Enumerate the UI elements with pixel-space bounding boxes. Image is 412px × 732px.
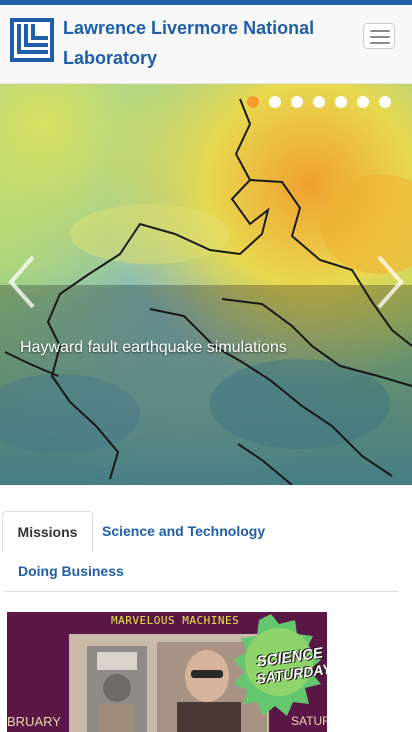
- carousel-dot[interactable]: [247, 96, 259, 108]
- promo-date-right: SATURD: [291, 714, 327, 728]
- chevron-right-icon: [377, 255, 404, 309]
- carousel-dot[interactable]: [313, 96, 325, 108]
- site-header: Lawrence Livermore National Laboratory: [0, 5, 412, 84]
- llnl-logo-icon[interactable]: [10, 18, 54, 62]
- hamburger-icon-bar: [370, 42, 390, 44]
- tabs-divider: [4, 591, 399, 592]
- hamburger-icon: [370, 30, 390, 32]
- carousel-dot[interactable]: [379, 96, 391, 108]
- carousel-dot[interactable]: [357, 96, 369, 108]
- science-saturday-promo[interactable]: MARVELOUS MACHINES SCIENCE SATURDAY BRUA…: [7, 612, 327, 732]
- carousel-dot[interactable]: [335, 96, 347, 108]
- chevron-left-icon: [8, 255, 35, 309]
- carousel-prev-button[interactable]: [3, 252, 43, 312]
- tab-missions[interactable]: Missions: [2, 511, 93, 552]
- promo-heading: MARVELOUS MACHINES: [111, 614, 240, 627]
- tab-science-and-technology[interactable]: Science and Technology: [102, 523, 265, 539]
- carousel-dot[interactable]: [269, 96, 281, 108]
- hamburger-menu-button[interactable]: [363, 23, 395, 49]
- section-tabs: Missions Science and Technology Doing Bu…: [0, 510, 412, 592]
- site-title[interactable]: Lawrence Livermore National Laboratory: [63, 13, 348, 73]
- hero-carousel[interactable]: Hayward fault earthquake simulations: [0, 84, 412, 485]
- tab-doing-business[interactable]: Doing Business: [18, 563, 124, 579]
- caption-band: [0, 285, 412, 485]
- carousel-indicators: [247, 96, 391, 108]
- carousel-caption: Hayward fault earthquake simulations: [20, 339, 287, 356]
- hamburger-icon-bar: [370, 36, 390, 38]
- carousel-dot[interactable]: [291, 96, 303, 108]
- promo-date-left: BRUARY: [7, 714, 61, 729]
- carousel-next-button[interactable]: [369, 252, 409, 312]
